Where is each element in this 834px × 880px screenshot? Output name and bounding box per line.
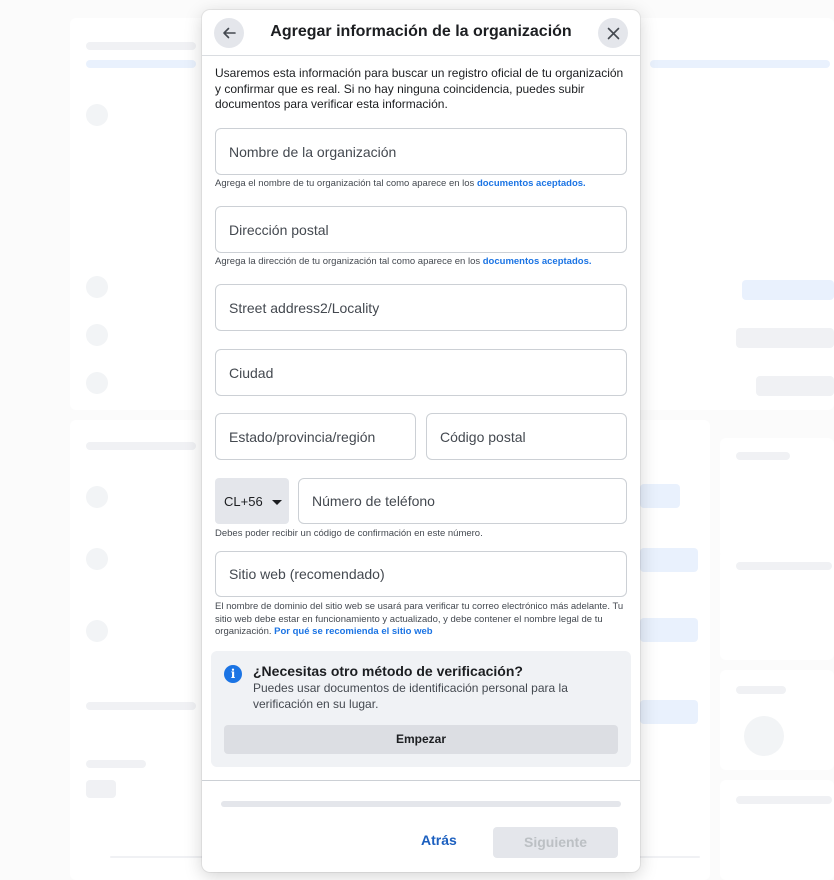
alt-verification-description: Puedes usar documentos de identificación… bbox=[253, 681, 568, 711]
close-icon bbox=[607, 27, 619, 39]
caret-down-icon bbox=[271, 499, 282, 505]
progress-bar bbox=[221, 801, 621, 807]
dialog-header: Agregar información de la organización bbox=[202, 10, 640, 56]
close-button[interactable] bbox=[598, 18, 628, 48]
org-name-field[interactable] bbox=[215, 128, 627, 175]
info-icon: i bbox=[224, 665, 242, 683]
alt-verification-box: i ¿Necesitas otro método de verificación… bbox=[211, 651, 631, 767]
org-name-help: Agrega el nombre de tu organización tal … bbox=[215, 178, 586, 191]
address-help: Agrega la dirección de tu organización t… bbox=[215, 256, 592, 269]
country-code-select[interactable]: CL+56 bbox=[215, 478, 289, 524]
state-input[interactable] bbox=[216, 414, 415, 459]
website-input[interactable] bbox=[216, 552, 626, 596]
org-name-help-text: Agrega el nombre de tu organización tal … bbox=[215, 178, 477, 189]
postal-code-input[interactable] bbox=[427, 414, 626, 459]
website-field[interactable] bbox=[215, 551, 627, 597]
footer-divider bbox=[202, 780, 640, 781]
dialog-title: Agregar información de la organización bbox=[270, 23, 572, 40]
address-field[interactable] bbox=[215, 206, 627, 253]
phone-field[interactable] bbox=[298, 478, 627, 524]
accepted-docs-link[interactable]: documentos aceptados. bbox=[483, 256, 592, 267]
intro-text: Usaremos esta información para buscar un… bbox=[215, 66, 624, 111]
website-help: El nombre de dominio del sitio web se us… bbox=[215, 601, 631, 639]
org-name-input[interactable] bbox=[216, 129, 626, 174]
state-field[interactable] bbox=[215, 413, 416, 460]
start-button[interactable]: Empezar bbox=[224, 725, 618, 754]
city-field[interactable] bbox=[215, 349, 627, 396]
address-help-text: Agrega la dirección de tu organización t… bbox=[215, 256, 483, 267]
postal-code-field[interactable] bbox=[426, 413, 627, 460]
city-input[interactable] bbox=[216, 350, 626, 395]
accepted-docs-link[interactable]: documentos aceptados. bbox=[477, 178, 586, 189]
address2-input[interactable] bbox=[216, 285, 626, 330]
alt-verification-title: ¿Necesitas otro método de verificación? bbox=[253, 663, 523, 679]
organization-info-dialog: Agregar información de la organización U… bbox=[202, 10, 640, 872]
address2-field[interactable] bbox=[215, 284, 627, 331]
phone-help: Debes poder recibir un código de confirm… bbox=[215, 528, 483, 539]
phone-input[interactable] bbox=[299, 479, 626, 523]
country-code-value: CL+56 bbox=[224, 493, 263, 509]
address-input[interactable] bbox=[216, 207, 626, 252]
why-website-link[interactable]: Por qué se recomienda el sitio web bbox=[274, 626, 432, 637]
next-button[interactable]: Siguiente bbox=[493, 827, 618, 858]
back-button[interactable]: Atrás bbox=[421, 832, 457, 848]
